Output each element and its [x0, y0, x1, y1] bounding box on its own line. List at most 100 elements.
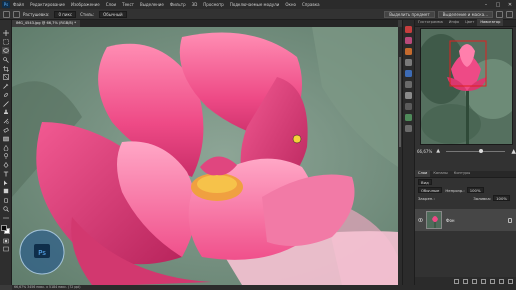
home-icon[interactable]	[3, 10, 10, 18]
tab-channels[interactable]: Каналы	[430, 170, 450, 177]
document-tab[interactable]: IMG_4543.jpg @ 66,7% (RGB/8) *	[12, 20, 81, 27]
select-subject-button[interactable]: Выделить предмет	[384, 10, 435, 18]
menu-edit[interactable]: Редактирование	[30, 2, 65, 7]
paragraph-panel-icon[interactable]	[405, 92, 412, 99]
menu-bar: Ps Файл Редактирование Изображение Слои …	[0, 0, 516, 9]
menu-3d[interactable]: 3D	[192, 2, 198, 7]
eyedropper-tool-icon[interactable]	[2, 83, 9, 90]
menu-filter[interactable]: Фильтр	[170, 2, 186, 7]
lock-icon[interactable]	[508, 217, 512, 223]
color-swatches[interactable]	[1, 225, 10, 235]
select-and-mask-button[interactable]: Выделение и маска...	[437, 10, 493, 18]
pen-tool-icon[interactable]	[2, 162, 9, 169]
history-brush-tool-icon[interactable]	[2, 118, 9, 125]
blur-tool-icon[interactable]	[2, 144, 9, 151]
adjustment-layer-icon[interactable]	[481, 278, 486, 284]
layers-footer	[415, 277, 516, 285]
type-tool-icon[interactable]	[2, 170, 9, 177]
maximize-icon[interactable]: □	[492, 2, 504, 8]
new-layer-icon[interactable]	[499, 278, 504, 284]
zoom-in-icon[interactable]: ▲	[511, 148, 516, 155]
crop-tool-icon[interactable]	[2, 65, 9, 72]
foreground-color-swatch[interactable]	[1, 225, 7, 232]
menu-window[interactable]: Окно	[285, 2, 296, 7]
path-selection-tool-icon[interactable]	[2, 179, 9, 186]
minimize-icon[interactable]: –	[480, 2, 492, 8]
eraser-tool-icon[interactable]	[2, 126, 9, 133]
clone-stamp-tool-icon[interactable]	[2, 109, 9, 116]
navigator-tabs: Гистограмма Инфо Цвет Навигатор	[415, 19, 516, 27]
tab-info[interactable]: Инфо	[446, 19, 462, 26]
navigator-zoom-value[interactable]: 66,67%	[417, 149, 432, 154]
zoom-out-icon[interactable]: ▲	[436, 148, 440, 154]
link-layers-icon[interactable]	[454, 278, 459, 284]
marquee-tool-icon[interactable]	[2, 39, 9, 46]
feather-input[interactable]: 0 пикс	[54, 10, 77, 18]
color-panel-icon[interactable]	[405, 70, 412, 77]
zoom-slider[interactable]	[446, 148, 506, 153]
shape-tool-icon[interactable]	[2, 188, 9, 195]
add-style-icon[interactable]	[463, 278, 468, 284]
libraries-panel-icon[interactable]	[405, 114, 412, 121]
gradient-tool-icon[interactable]	[2, 135, 9, 142]
fill-label: Заливка:	[473, 195, 492, 201]
add-mask-icon[interactable]	[472, 278, 477, 284]
healing-brush-tool-icon[interactable]	[2, 91, 9, 98]
zoom-slider-knob[interactable]	[478, 148, 483, 153]
navigator-zoom-row: 66,67% ▲ ▲	[415, 146, 516, 156]
screen-mode-icon[interactable]	[2, 246, 9, 253]
workspace-icon[interactable]	[506, 10, 513, 18]
menu-select[interactable]: Выделение	[140, 2, 164, 7]
brush-tool-icon[interactable]	[2, 100, 9, 107]
layer-filter-row: Вид	[415, 178, 516, 186]
photoshop-logo-icon: Ps	[2, 1, 10, 8]
properties-panel-icon[interactable]	[405, 37, 412, 44]
tab-layers[interactable]: Слои	[415, 170, 431, 177]
document-tab-bar: IMG_4543.jpg @ 66,7% (RGB/8) *	[12, 20, 398, 27]
hand-tool-icon[interactable]	[2, 197, 9, 204]
adjustments-panel-icon[interactable]	[405, 48, 412, 55]
navigator-preview[interactable]	[420, 28, 513, 145]
tab-color[interactable]: Цвет	[462, 19, 477, 26]
search-icon[interactable]	[496, 10, 503, 18]
style-select[interactable]: Обычный	[99, 10, 127, 18]
menu-help[interactable]: Справка	[302, 2, 320, 7]
brushes-panel-icon[interactable]	[405, 59, 412, 66]
menu-file[interactable]: Файл	[13, 2, 24, 7]
layer-blend-row: Обычные Непрозр.: 100%	[415, 186, 516, 194]
move-tool-icon[interactable]	[2, 30, 9, 37]
layers-tabs: Слои Каналы Контуры	[415, 170, 516, 178]
lasso-tool-icon[interactable]	[13, 10, 20, 18]
tab-navigator[interactable]: Навигатор	[477, 19, 504, 26]
tab-histogram[interactable]: Гистограмма	[415, 19, 446, 26]
quick-mask-icon[interactable]	[2, 237, 9, 244]
more-tools-icon[interactable]	[2, 214, 9, 221]
character-panel-icon[interactable]	[405, 103, 412, 110]
menu-plugins[interactable]: Подключаемые модули	[230, 2, 280, 7]
fill-input[interactable]: 100%	[493, 195, 510, 201]
quick-select-tool-icon[interactable]	[2, 56, 9, 63]
close-icon[interactable]: ✕	[504, 2, 516, 8]
dodge-tool-icon[interactable]	[2, 153, 9, 160]
tab-paths[interactable]: Контуры	[451, 170, 473, 177]
menu-type[interactable]: Текст	[122, 2, 134, 7]
photoshop-window: Ps Файл Редактирование Изображение Слои …	[0, 0, 516, 290]
history-panel-icon[interactable]	[405, 26, 412, 33]
panel-icon-strip	[402, 20, 415, 285]
eye-icon[interactable]	[418, 218, 423, 222]
layer-kind-filter[interactable]: Вид	[418, 179, 432, 185]
menu-layers[interactable]: Слои	[106, 2, 116, 7]
zoom-tool-icon[interactable]	[2, 206, 9, 213]
group-icon[interactable]	[490, 278, 495, 284]
scrollbar-thumb[interactable]	[399, 57, 401, 147]
lasso-tool-icon[interactable]	[2, 47, 9, 55]
opacity-input[interactable]: 100%	[466, 187, 484, 193]
paths-panel-icon[interactable]	[405, 125, 412, 132]
trash-icon[interactable]	[508, 278, 513, 284]
menu-view[interactable]: Просмотр	[203, 2, 224, 7]
layer-background[interactable]: Фон	[415, 209, 516, 231]
menu-image[interactable]: Изображение	[71, 2, 100, 7]
blend-mode-select[interactable]: Обычные	[418, 187, 443, 193]
swatches-panel-icon[interactable]	[405, 81, 412, 88]
frame-tool-icon[interactable]	[2, 74, 9, 81]
